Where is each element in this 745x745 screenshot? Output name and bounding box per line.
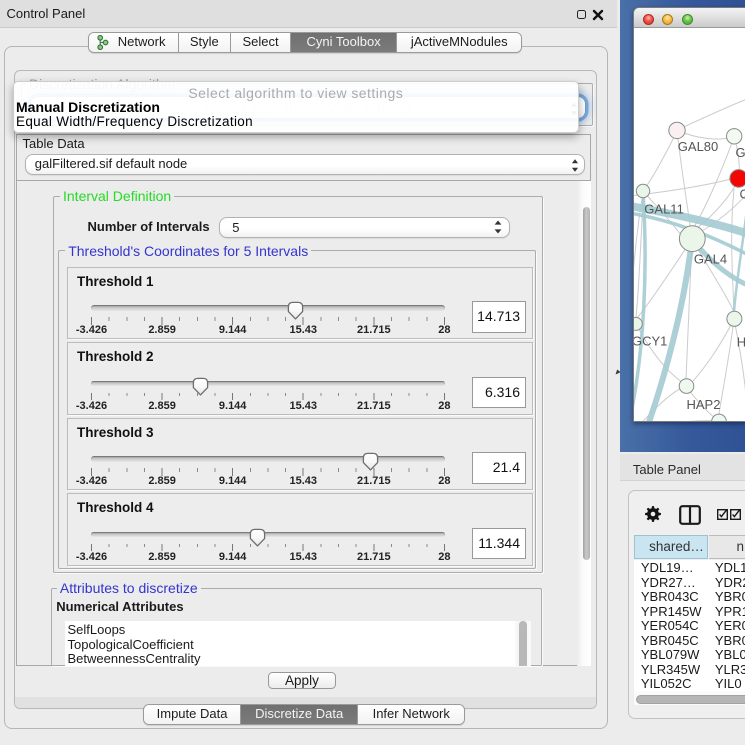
- svg-text:GAL11: GAL11: [644, 201, 684, 216]
- svg-text:GCY1: GCY1: [634, 333, 667, 348]
- svg-text:GA: GA: [735, 145, 745, 160]
- svg-text:H: H: [736, 334, 745, 349]
- svg-text:GAL4: GAL4: [693, 251, 726, 266]
- svg-text:HAP2: HAP2: [686, 397, 720, 412]
- svg-text:C: C: [739, 186, 745, 201]
- svg-text:GAL80: GAL80: [677, 139, 717, 154]
